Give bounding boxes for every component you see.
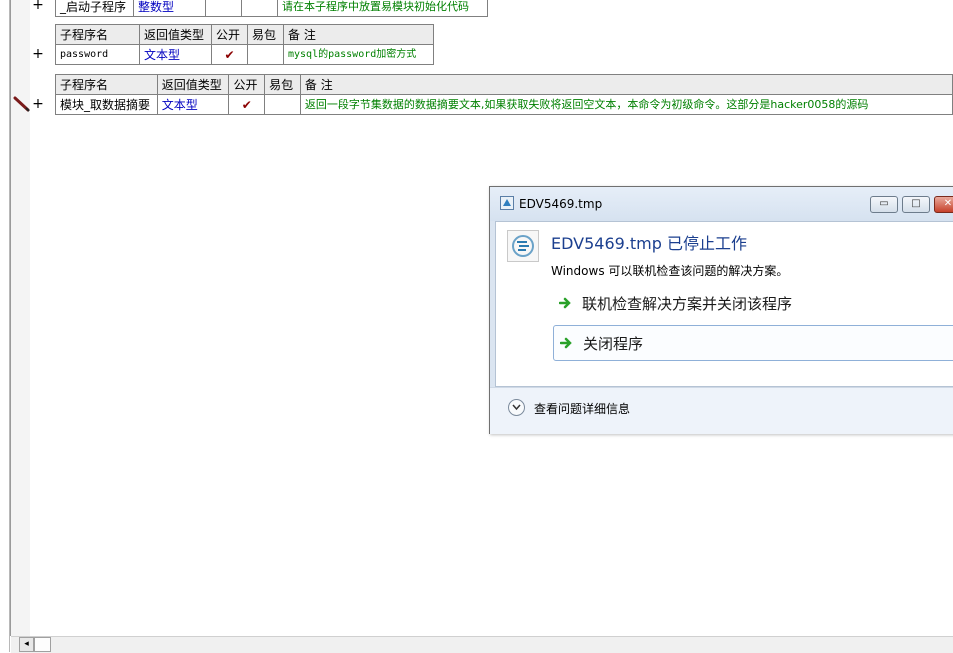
expand-plus-icon[interactable]: + xyxy=(32,97,44,111)
dialog-title: EDV5469.tmp xyxy=(519,197,603,211)
remark-cell[interactable]: 请在本子程序中放置易模块初始化代码 xyxy=(277,0,488,17)
dialog-description: Windows 可以联机检查该问题的解决方案。 xyxy=(551,264,789,278)
option-label: 联机检查解决方案并关闭该程序 xyxy=(582,295,793,313)
maximize-button[interactable]: □ xyxy=(902,196,930,213)
check-online-option[interactable]: 联机检查解决方案并关闭该程序 xyxy=(553,286,953,322)
app-icon xyxy=(500,196,514,210)
epackage-cell[interactable] xyxy=(241,0,278,17)
expand-plus-icon[interactable]: + xyxy=(32,0,44,12)
dialog-heading: EDV5469.tmp 已停止工作 xyxy=(551,234,748,253)
subroutine-name-cell[interactable]: _启动子程序 xyxy=(55,0,134,17)
green-arrow-icon xyxy=(560,337,572,349)
table-header-row: 子程序名 返回值类型 公开 易包 备 注 xyxy=(55,74,953,95)
table-row[interactable]: password 文本型 ✔ mysql的password加密方式 xyxy=(55,44,434,65)
public-cell[interactable] xyxy=(205,0,242,17)
scroll-left-arrow-icon[interactable]: ◂ xyxy=(19,637,34,652)
option-label: 关闭程序 xyxy=(583,335,644,353)
table-header-row: 子程序名 返回值类型 公开 易包 备 注 xyxy=(55,24,434,45)
public-check-icon[interactable]: ✔ xyxy=(211,44,248,65)
close-button[interactable]: ✕ xyxy=(934,196,953,213)
dialog-titlebar[interactable]: EDV5469.tmp ▭ □ ✕ xyxy=(490,187,953,221)
subroutine-name-cell[interactable]: 模块_取数据摘要 xyxy=(55,94,158,115)
pencil-icon xyxy=(13,96,30,112)
column-header: 公开 xyxy=(211,24,248,45)
return-type-cell[interactable]: 文本型 xyxy=(139,44,212,65)
program-icon xyxy=(507,230,539,262)
close-program-option[interactable]: 关闭程序 xyxy=(553,325,953,361)
return-type-cell[interactable]: 文本型 xyxy=(156,94,230,115)
column-header: 子程序名 xyxy=(55,74,158,95)
table-row[interactable]: _启动子程序 整数型 请在本子程序中放置易模块初始化代码 xyxy=(55,0,488,17)
crash-dialog: EDV5469.tmp ▭ □ ✕ EDV5469.tmp 已停止工作 Wind… xyxy=(489,186,953,434)
table-row[interactable]: 模块_取数据摘要 文本型 ✔ 返回一段字节集数据的数据摘要文本,如果获取失败将返… xyxy=(55,94,953,115)
column-header: 易包 xyxy=(247,24,284,45)
green-arrow-icon xyxy=(559,297,571,309)
column-header: 子程序名 xyxy=(55,24,140,45)
return-type-cell[interactable]: 整数型 xyxy=(133,0,206,17)
horizontal-scrollbar[interactable]: ◂ xyxy=(11,636,953,653)
column-header: 易包 xyxy=(264,74,301,95)
expand-details-button[interactable] xyxy=(508,399,525,416)
subroutine-table-password: 子程序名 返回值类型 公开 易包 备 注 password 文本型 ✔ mysq… xyxy=(55,24,434,65)
subroutine-name-cell[interactable]: password xyxy=(55,44,140,65)
dialog-footer: 查看问题详细信息 xyxy=(490,387,953,434)
minimize-button[interactable]: ▭ xyxy=(870,196,898,213)
epackage-cell[interactable] xyxy=(247,44,284,65)
column-header: 备 注 xyxy=(283,24,434,45)
dialog-body: EDV5469.tmp 已停止工作 Windows 可以联机检查该问题的解决方案… xyxy=(495,221,953,387)
view-details-link[interactable]: 查看问题详细信息 xyxy=(534,400,630,417)
remark-cell[interactable]: 返回一段字节集数据的数据摘要文本,如果获取失败将返回空文本，本命令为初级命令。这… xyxy=(299,94,953,115)
chevron-down-icon xyxy=(512,404,521,411)
expand-plus-icon[interactable]: + xyxy=(32,47,44,61)
scroll-thumb[interactable] xyxy=(34,637,51,652)
column-header: 返回值类型 xyxy=(156,74,230,95)
window-left-border xyxy=(0,0,10,652)
column-header: 备 注 xyxy=(299,74,953,95)
program-logo-icon xyxy=(512,235,534,257)
subroutine-table-digest: 子程序名 返回值类型 公开 易包 备 注 模块_取数据摘要 文本型 ✔ 返回一段… xyxy=(55,74,953,115)
epackage-cell[interactable] xyxy=(264,94,301,115)
column-header: 公开 xyxy=(228,74,266,95)
public-check-icon[interactable]: ✔ xyxy=(228,94,266,115)
remark-cell[interactable]: mysql的password加密方式 xyxy=(283,44,434,65)
column-header: 返回值类型 xyxy=(139,24,212,45)
subroutine-table-startup: _启动子程序 整数型 请在本子程序中放置易模块初始化代码 xyxy=(55,0,488,17)
